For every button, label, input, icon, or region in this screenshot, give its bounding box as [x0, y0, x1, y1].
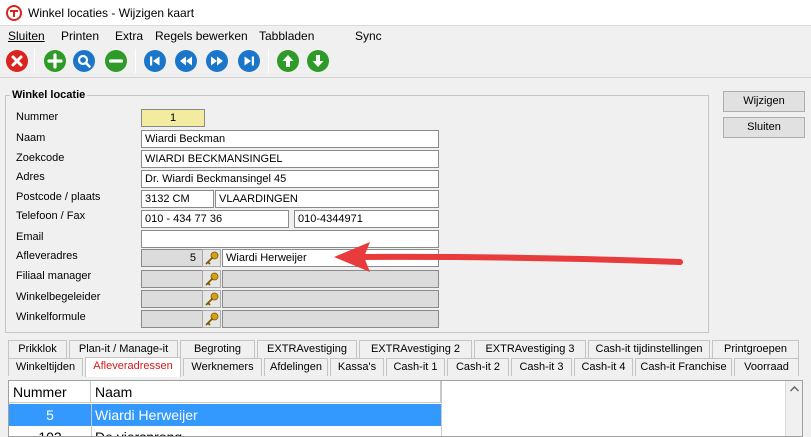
- toolbar-move-up-button[interactable]: [277, 50, 299, 72]
- menu-sluiten[interactable]: Sluiten: [8, 28, 45, 44]
- winkelbegeleider-lookup-button[interactable]: [202, 290, 221, 308]
- label-winkelbegeleider: Winkelbegeleider: [16, 291, 101, 303]
- filiaal-manager-lookup-button[interactable]: [202, 270, 221, 288]
- menu-extra[interactable]: Extra: [115, 28, 143, 44]
- menu-tabbladen[interactable]: Tabbladen: [259, 28, 314, 44]
- toolbar-first-button[interactable]: [144, 50, 166, 72]
- tab-afdelingen[interactable]: Afdelingen: [264, 358, 328, 376]
- label-telefoon-fax: Telefoon / Fax: [16, 210, 86, 222]
- grid-column-divider: [91, 404, 92, 436]
- toolbar-separator: [34, 49, 35, 73]
- annotation-arrow: [334, 242, 683, 272]
- nummer-field[interactable]: 1: [141, 109, 205, 127]
- tab-extravestiging-2[interactable]: EXTRAvestiging 2: [359, 340, 472, 358]
- telefoon-field[interactable]: 010 - 434 77 36: [141, 210, 289, 228]
- tab-begroting[interactable]: Begroting: [180, 340, 255, 358]
- table-row[interactable]: 102 De viersprong: [9, 426, 441, 437]
- toolbar-separator: [135, 49, 136, 73]
- toolbar-search-button[interactable]: [73, 50, 95, 72]
- table-row[interactable]: 5 Wiardi Herweijer: [9, 404, 441, 426]
- app-logo-icon: [6, 5, 22, 21]
- tab-prikklok[interactable]: Prikklok: [8, 340, 67, 358]
- minus-icon: [108, 59, 124, 63]
- scroll-up-icon[interactable]: [786, 381, 803, 397]
- tab-cash-it-franchise[interactable]: Cash-it Franchise: [635, 358, 732, 376]
- tab-werknemers[interactable]: Werknemers: [183, 358, 262, 376]
- afleveradres-lookup-button[interactable]: [202, 249, 221, 267]
- toolbar-divider: [0, 77, 811, 78]
- grid-cell-naam: Wiardi Herweijer: [95, 407, 198, 423]
- toolbar-separator: [268, 49, 269, 73]
- label-email: Email: [16, 231, 44, 243]
- sluiten-button[interactable]: Sluiten: [723, 117, 805, 138]
- search-icon: [77, 54, 91, 68]
- toolbar-next-button[interactable]: [206, 50, 228, 72]
- window-title: Winkel locaties - Wijzigen kaart: [28, 6, 195, 20]
- winkelformule-name-field: [222, 310, 439, 328]
- plaats-field[interactable]: VLAARDINGEN: [215, 190, 439, 208]
- tab-cash-it-1[interactable]: Cash-it 1: [386, 358, 445, 376]
- group-title: Winkel locatie: [10, 88, 88, 102]
- postcode-field[interactable]: 3132 CM: [141, 190, 214, 208]
- grid-cell-nummer: 102: [38, 429, 62, 437]
- close-icon: [11, 55, 23, 67]
- tab-cash-it-2[interactable]: Cash-it 2: [447, 358, 509, 376]
- menu-sync[interactable]: Sync: [355, 28, 382, 44]
- grid-column-divider: [441, 381, 442, 436]
- arrow-up-icon: [282, 55, 294, 67]
- menu-bar: Sluiten Printen Extra Regels bewerken Ta…: [0, 26, 811, 46]
- last-record-icon: [244, 56, 254, 66]
- tab-afleveradressen[interactable]: Afleveradressen: [85, 357, 181, 377]
- tab-extravestiging-3[interactable]: EXTRAvestiging 3: [474, 340, 586, 358]
- plus-icon: [47, 53, 63, 69]
- label-winkelformule: Winkelformule: [16, 311, 86, 323]
- key-icon: [205, 292, 219, 306]
- tab-kassas[interactable]: Kassa's: [330, 358, 384, 376]
- key-icon: [205, 312, 219, 326]
- tab-voorraad[interactable]: Voorraad: [734, 358, 799, 376]
- toolbar-close-button[interactable]: [6, 50, 28, 72]
- tab-winkeltijden[interactable]: Winkeltijden: [8, 358, 83, 376]
- next-record-icon: [211, 56, 223, 66]
- previous-record-icon: [180, 56, 192, 66]
- toolbar-move-down-button[interactable]: [307, 50, 329, 72]
- grid-scrollbar[interactable]: [785, 381, 803, 436]
- grid-cell-naam: De viersprong: [95, 429, 183, 437]
- first-record-icon: [150, 56, 160, 66]
- label-nummer: Nummer: [16, 111, 59, 123]
- label-afleveradres: Afleveradres: [16, 250, 78, 262]
- zoekcode-field[interactable]: WIARDI BECKMANSINGEL: [141, 150, 439, 168]
- naam-field[interactable]: Wiardi Beckman: [141, 130, 439, 148]
- toolbar-last-button[interactable]: [238, 50, 260, 72]
- label-zoekcode: Zoekcode: [16, 152, 65, 164]
- arrow-down-icon: [312, 55, 324, 67]
- afleveradressen-grid: Nummer Naam 5 Wiardi Herweijer 102 De vi…: [8, 380, 803, 437]
- toolbar-add-button[interactable]: [44, 50, 66, 72]
- key-icon: [205, 272, 219, 286]
- winkelbegeleider-name-field: [222, 290, 439, 308]
- menu-regels-bewerken[interactable]: Regels bewerken: [155, 28, 248, 44]
- label-postcode-plaats: Postcode / plaats: [16, 191, 101, 203]
- tab-printgroepen[interactable]: Printgroepen: [712, 340, 799, 358]
- tab-cash-it-3[interactable]: Cash-it 3: [511, 358, 572, 376]
- adres-field[interactable]: Dr. Wiardi Beckmansingel 45: [141, 170, 439, 188]
- grid-cell-nummer: 5: [46, 407, 54, 423]
- tab-cash-it-4[interactable]: Cash-it 4: [574, 358, 633, 376]
- label-adres: Adres: [16, 171, 45, 183]
- menu-printen[interactable]: Printen: [61, 28, 99, 44]
- tab-cash-it-tijdinstellingen[interactable]: Cash-it tijdinstellingen: [588, 340, 710, 358]
- label-filiaal-manager: Filiaal manager: [16, 270, 92, 282]
- tab-extravestiging[interactable]: EXTRAvestiging: [257, 340, 357, 358]
- label-naam: Naam: [16, 132, 46, 144]
- grid-header-naam[interactable]: Naam: [91, 381, 441, 403]
- winkelformule-lookup-button[interactable]: [202, 310, 221, 328]
- wijzigen-button[interactable]: Wijzigen: [723, 91, 805, 112]
- toolbar-previous-button[interactable]: [175, 50, 197, 72]
- grid-header-nummer[interactable]: Nummer: [9, 381, 91, 403]
- tab-plan-it-manage-it[interactable]: Plan-it / Manage-it: [69, 340, 178, 358]
- toolbar-delete-button[interactable]: [105, 50, 127, 72]
- fax-field[interactable]: 010-4344971: [294, 210, 439, 228]
- key-icon: [205, 251, 219, 265]
